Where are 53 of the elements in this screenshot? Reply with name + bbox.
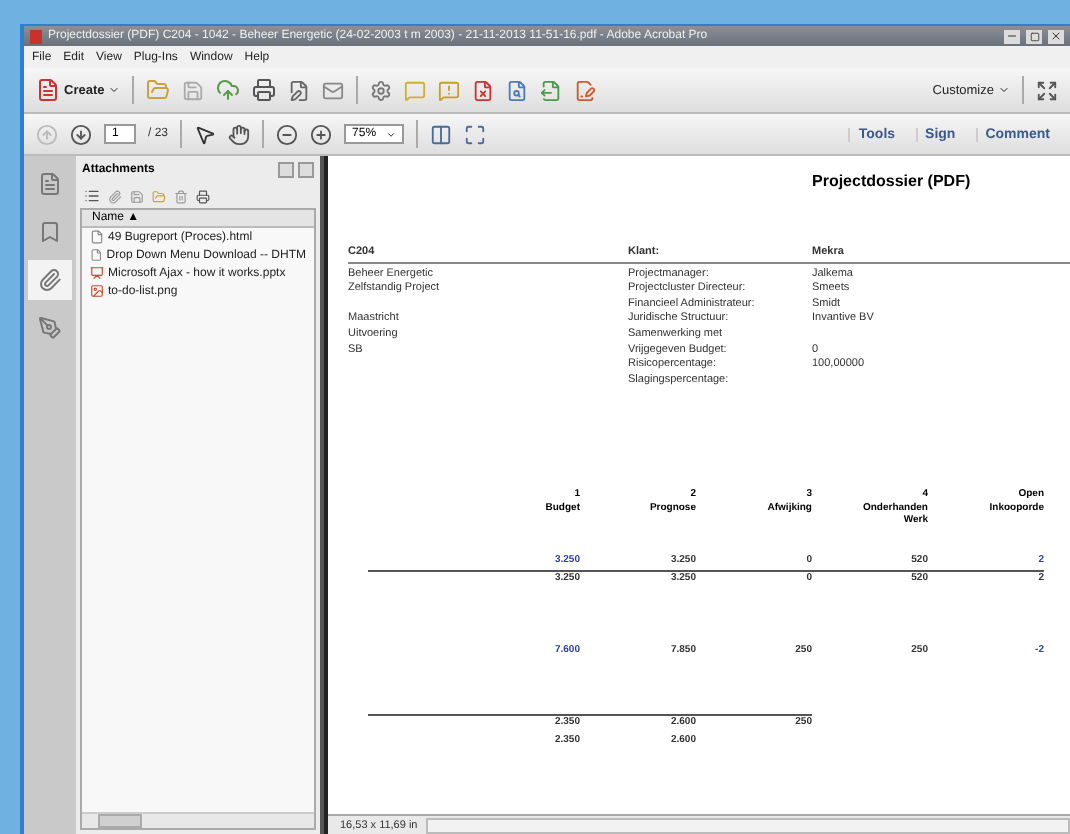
document-sign-icon[interactable] (574, 79, 597, 101)
zoom-out-icon[interactable] (276, 123, 299, 145)
expand-icon[interactable] (1036, 79, 1058, 101)
page-icon (38, 172, 62, 196)
minimize-button[interactable] (1004, 29, 1020, 43)
file-icon (90, 284, 104, 298)
document-title: Projectdossier (PDF) (810, 172, 973, 190)
settings-icon[interactable] (370, 79, 393, 101)
app-icon (30, 29, 42, 43)
next-page-icon[interactable] (70, 123, 92, 145)
save-icon[interactable] (182, 79, 205, 101)
list-options-icon[interactable] (84, 188, 100, 204)
print-icon[interactable] (196, 189, 210, 203)
close-icon (1050, 30, 1062, 42)
file-icon (90, 248, 103, 262)
caret-icon (386, 129, 397, 139)
options-button[interactable] (298, 162, 314, 178)
side-tab[interactable] (28, 260, 72, 300)
maximize-button[interactable] (1026, 29, 1042, 43)
document-search-icon[interactable] (506, 79, 529, 101)
save-icon[interactable] (130, 189, 144, 203)
horizontal-scrollbar[interactable] (425, 817, 1070, 833)
paperclip-icon (38, 268, 62, 292)
maximize-icon (1029, 31, 1039, 41)
pen-icon (38, 316, 62, 340)
file-icon (90, 266, 104, 280)
document-icon (36, 78, 60, 102)
folder-icon[interactable] (146, 78, 171, 102)
document-x-icon[interactable] (472, 79, 495, 101)
minimize-icon (1006, 30, 1018, 42)
zoom-in-icon[interactable] (310, 123, 333, 145)
fit-page-icon[interactable] (430, 123, 453, 145)
full-screen-icon[interactable] (464, 123, 487, 145)
document-export-icon[interactable] (540, 79, 563, 101)
close-button[interactable] (1048, 29, 1064, 43)
bookmark-icon (38, 220, 62, 244)
caret-icon (998, 84, 1010, 96)
paperclip-icon[interactable] (108, 189, 122, 203)
note-icon[interactable] (438, 79, 461, 101)
collapse-button[interactable] (278, 162, 294, 178)
delete-icon[interactable] (174, 189, 188, 203)
folder-icon[interactable] (152, 189, 166, 203)
caret-icon (108, 84, 121, 96)
mail-icon[interactable] (322, 79, 345, 101)
previous-page-icon[interactable] (36, 123, 58, 145)
horizontal-scrollbar[interactable] (82, 812, 314, 828)
print-icon[interactable] (252, 78, 277, 102)
select-tool-icon[interactable] (194, 123, 217, 145)
edit-document-icon[interactable] (288, 79, 311, 101)
hand-tool-icon[interactable] (228, 123, 251, 145)
comment-icon[interactable] (404, 79, 427, 101)
cloud-icon[interactable] (216, 78, 241, 102)
file-icon (90, 230, 104, 244)
